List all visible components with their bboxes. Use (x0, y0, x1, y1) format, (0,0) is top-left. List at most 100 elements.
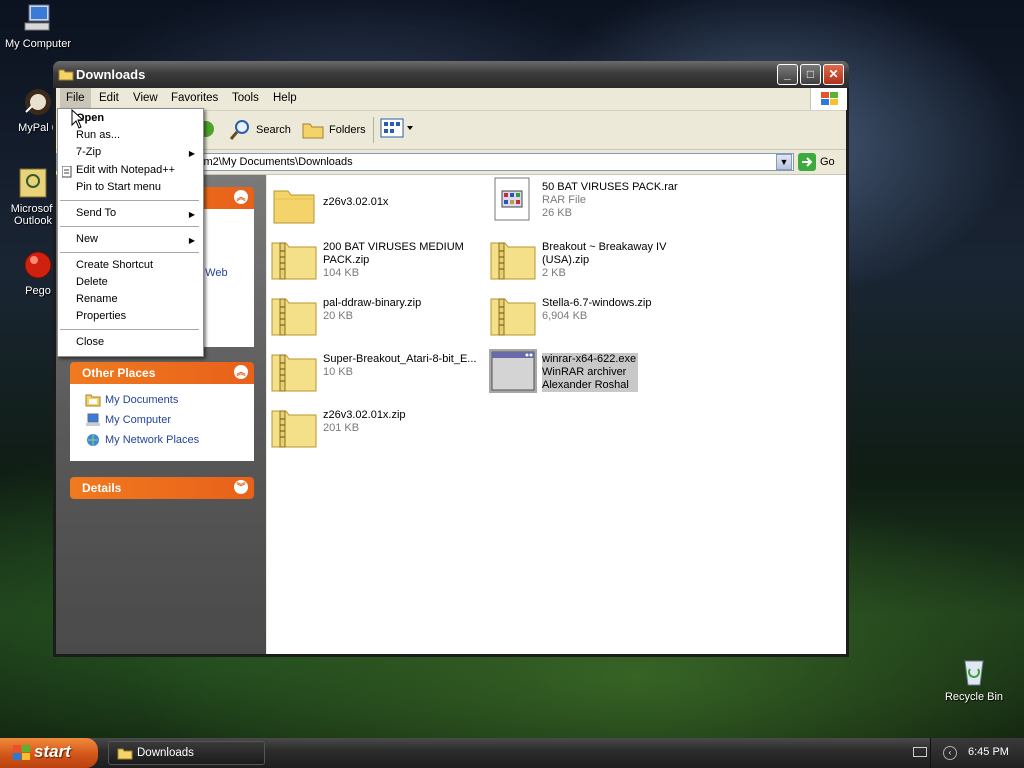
file-item[interactable]: 50 BAT VIRUSES PACK.rar RAR File 26 KB (489, 177, 699, 227)
start-label: start (34, 742, 71, 761)
file-name: Super-Breakout_Atari-8-bit_E... (323, 353, 477, 365)
taskbar-item-label: Downloads (137, 747, 194, 759)
menu-separator (60, 200, 199, 201)
folder-icon (273, 190, 315, 224)
tray-expand-icon[interactable]: ‹ (943, 746, 957, 760)
place-my-network-places[interactable]: My Network Places (87, 434, 200, 446)
place-my-documents[interactable]: My Documents (85, 394, 178, 407)
desktop-icon-label: Pego (25, 285, 51, 297)
menu-item-send-to[interactable]: Send To (76, 207, 116, 219)
file-item[interactable]: 200 BAT VIRUSES MEDIUM PACK.zip 104 KB (270, 237, 480, 287)
details-title: Details (82, 481, 122, 495)
file-item-selected[interactable]: winrar-x64-622.exe WinRAR archiver Alexan… (489, 349, 699, 399)
file-name: z26v3.02.01x.zip (323, 409, 406, 421)
minimize-button[interactable]: _ (777, 64, 798, 85)
menu-tools[interactable]: Tools (232, 92, 259, 104)
file-item[interactable]: pal-ddraw-binary.zip 20 KB (270, 293, 480, 343)
file-item[interactable]: z26v3.02.01x (270, 183, 480, 233)
menu-help[interactable]: Help (273, 92, 297, 104)
place-my-computer[interactable]: My Computer (86, 413, 171, 426)
file-name: pal-ddraw-binary.zip (323, 297, 422, 309)
menu-item-7zip[interactable]: 7-Zip (76, 146, 101, 158)
go-arrow-icon (798, 153, 816, 171)
menu-edit[interactable]: Edit (99, 92, 119, 104)
close-button[interactable]: ✕ (823, 64, 844, 85)
menu-view[interactable]: View (133, 92, 158, 104)
maximize-button[interactable]: □ (800, 64, 821, 85)
mypal-icon (22, 86, 54, 118)
file-item[interactable]: z26v3.02.01x.zip 201 KB (270, 405, 480, 455)
folders-label: Folders (329, 124, 366, 136)
desktop-icon-label: Recycle Bin (944, 691, 1004, 703)
address-dropdown-button[interactable]: ▼ (776, 154, 792, 170)
file-name: z26v3.02.01x (323, 196, 389, 208)
desktop-icon-recycle-bin[interactable]: Recycle Bin (934, 655, 1014, 703)
expand-chevron-icon[interactable]: ︾ (234, 480, 248, 494)
system-tray: ‹ 6:45 PM (930, 738, 1024, 768)
menu-item-create-shortcut[interactable]: Create Shortcut (76, 259, 153, 271)
file-details: WinRAR archiver Alexander Roshal (542, 366, 629, 391)
file-item[interactable]: Super-Breakout_Atari-8-bit_E... 10 KB (270, 349, 480, 399)
file-name: 200 BAT VIRUSES MEDIUM PACK.zip (323, 241, 464, 266)
collapse-chevron-icon[interactable]: ︽ (234, 365, 248, 379)
other-places-header[interactable]: Other Places ︽ (70, 362, 254, 384)
windows-flag-icon (13, 745, 30, 760)
file-name: Stella-6.7-windows.zip (542, 297, 652, 309)
zip-file-icon (490, 242, 536, 280)
search-button[interactable]: Search (228, 117, 292, 143)
windows-logo-icon (810, 88, 847, 110)
zip-file-icon (271, 354, 317, 392)
menu-item-new[interactable]: New (76, 233, 98, 245)
my-computer-icon (86, 413, 100, 426)
zip-file-icon (271, 410, 317, 448)
start-button[interactable]: start (0, 738, 98, 768)
submenu-arrow-icon: ▶ (188, 210, 195, 219)
menu-item-rename[interactable]: Rename (76, 293, 118, 305)
menu-separator (60, 329, 199, 330)
folders-button[interactable]: Folders (301, 117, 373, 143)
desktop-icon-label: Microsoft Outlook (10, 203, 56, 227)
folder-icon (117, 748, 133, 760)
place-label: My Network Places (105, 434, 200, 446)
other-places-body: My Documents My Computer My Network Plac… (70, 384, 254, 461)
toolbar-separator (373, 117, 374, 143)
menu-separator (60, 252, 199, 253)
file-details: 6,904 KB (542, 310, 588, 322)
views-button[interactable] (380, 117, 416, 143)
submenu-arrow-icon: ▶ (188, 149, 195, 158)
taskbar: start Downloads ‹ 6:45 PM (0, 738, 1024, 768)
file-details: 104 KB (323, 267, 360, 279)
collapse-chevron-icon[interactable]: ︽ (234, 190, 248, 204)
clock[interactable]: 6:45 PM (968, 746, 1009, 758)
recycle-bin-icon (958, 655, 990, 687)
my-computer-icon (22, 2, 54, 34)
desktop-icon-label: My Computer (4, 38, 72, 50)
file-item[interactable]: Breakout ~ Breakaway IV (USA).zip 2 KB (489, 237, 699, 287)
file-details: RAR File 26 KB (542, 194, 587, 219)
menu-item-properties[interactable]: Properties (76, 310, 126, 322)
views-icon (380, 118, 413, 138)
zip-file-icon (490, 298, 536, 336)
file-item[interactable]: Stella-6.7-windows.zip 6,904 KB (489, 293, 699, 343)
menu-item-edit-notepad[interactable]: Edit with Notepad++ (76, 164, 175, 176)
menu-item-close[interactable]: Close (76, 336, 104, 348)
window-title: Downloads (76, 67, 146, 82)
menu-item-pin-start[interactable]: Pin to Start menu (76, 181, 161, 193)
folder-icon (58, 69, 74, 81)
mouse-cursor-icon (71, 109, 85, 129)
title-bar[interactable]: Downloads _ □ ✕ (53, 61, 849, 88)
menu-favorites[interactable]: Favorites (171, 92, 218, 104)
menu-item-run-as[interactable]: Run as... (76, 129, 120, 141)
keyboard-icon[interactable] (913, 747, 927, 757)
desktop-icon-my-computer[interactable]: My Computer (0, 2, 78, 50)
taskbar-item-downloads[interactable]: Downloads (108, 741, 265, 765)
network-places-icon (87, 434, 99, 446)
pego-icon (22, 249, 54, 281)
go-button[interactable]: Go (798, 153, 844, 171)
menu-file[interactable]: File (60, 88, 91, 108)
details-header[interactable]: Details ︾ (70, 477, 254, 499)
search-icon (229, 120, 249, 140)
search-label: Search (256, 124, 291, 136)
folders-icon (302, 123, 324, 139)
menu-item-delete[interactable]: Delete (76, 276, 108, 288)
